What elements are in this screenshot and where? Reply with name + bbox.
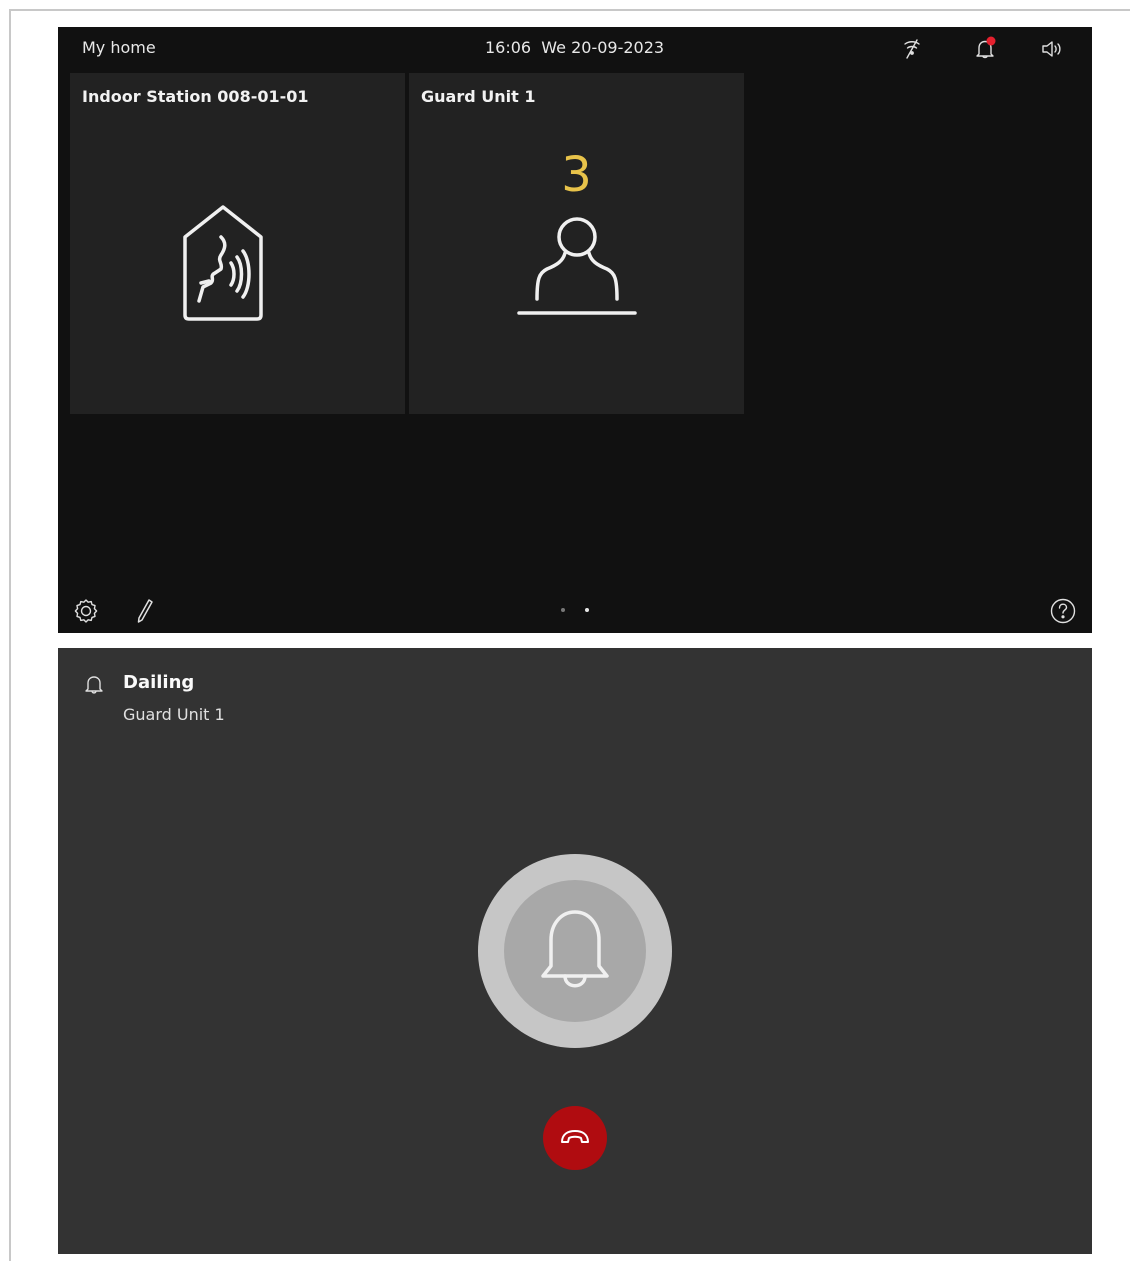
guard-unit-count: 3 [561, 147, 592, 203]
home-screen: My home 16:06 We 20-09-2023 Indoor Stati… [58, 27, 1092, 633]
tile-indoor-station[interactable]: Indoor Station 008-01-01 [70, 73, 405, 414]
tile-title: Guard Unit 1 [421, 87, 536, 106]
bell-icon [82, 672, 106, 696]
indoor-station-intercom-icon [183, 205, 263, 321]
frame-left-border [9, 9, 11, 1261]
phone-hangup-icon [561, 1130, 589, 1143]
bell-icon [541, 910, 609, 988]
home-title: My home [82, 38, 156, 57]
guard-person-icon [517, 217, 637, 315]
settings-icon[interactable] [71, 596, 101, 626]
dialing-screen: Dailing Guard Unit 1 [58, 648, 1092, 1254]
hang-up-button[interactable] [543, 1106, 607, 1170]
mute-icon[interactable] [898, 35, 926, 63]
volume-icon[interactable] [1038, 35, 1066, 63]
dialing-title: Dailing [123, 672, 195, 693]
edit-icon[interactable] [130, 596, 160, 626]
tile-guard-unit[interactable]: Guard Unit 1 3 [409, 73, 744, 414]
tile-title: Indoor Station 008-01-01 [82, 87, 309, 106]
status-bar: My home 16:06 We 20-09-2023 [58, 27, 1092, 71]
notification-bell-icon[interactable] [971, 35, 999, 63]
calling-indicator [478, 854, 672, 1048]
page-dot-2[interactable] [585, 608, 589, 612]
calling-indicator-inner [504, 880, 646, 1022]
frame-top-border [9, 9, 1130, 11]
help-icon[interactable] [1048, 596, 1078, 626]
date-time: 16:06 We 20-09-2023 [485, 38, 665, 57]
page-dot-1[interactable] [561, 608, 565, 612]
dialing-target: Guard Unit 1 [123, 705, 225, 724]
